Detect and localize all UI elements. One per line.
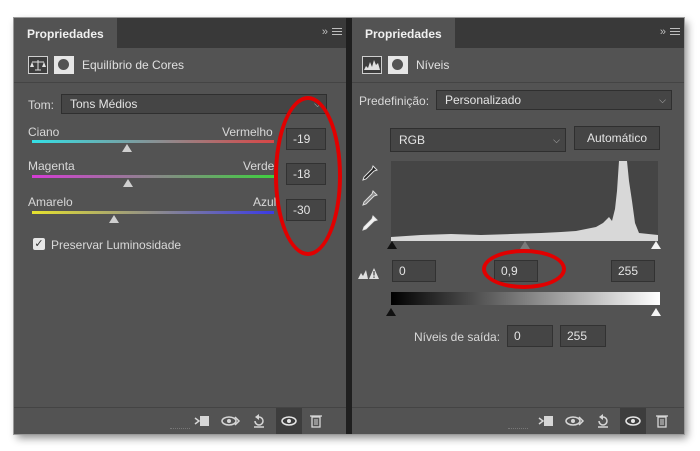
output-levels-label: Níveis de saída: [414, 330, 501, 344]
layer-mask-icon[interactable] [388, 56, 408, 74]
clip-to-layer-icon[interactable] [194, 414, 210, 431]
red-annotation-ellipse [482, 249, 566, 289]
screenshot-frame: Propriedades » Equilíbrio de Cores Tom: … [14, 18, 684, 434]
reset-icon[interactable] [252, 414, 266, 431]
levels-histogram-icon [362, 56, 382, 74]
gray-point-eyedropper-icon[interactable] [362, 190, 378, 209]
preset-select-value: Personalizado [445, 93, 522, 107]
tab-properties[interactable]: Propriedades [14, 18, 117, 48]
output-white-slider[interactable] [651, 308, 661, 316]
resize-grip[interactable] [508, 428, 528, 432]
slider-yellow-label: Amarelo [28, 195, 73, 209]
panel-tab-bar: Propriedades » [14, 18, 346, 48]
view-previous-state-icon[interactable] [221, 414, 241, 431]
cyan-red-slider-thumb[interactable] [122, 144, 132, 152]
output-white-field[interactable]: 255 [560, 325, 606, 347]
collapse-icon[interactable]: » [660, 26, 666, 38]
white-point-eyedropper-icon[interactable] [362, 215, 378, 234]
magenta-green-slider-thumb[interactable] [123, 179, 133, 187]
tab-properties[interactable]: Propriedades [352, 18, 455, 48]
properties-panel-color-balance: Propriedades » Equilíbrio de Cores Tom: … [14, 18, 346, 434]
resize-grip[interactable] [170, 428, 190, 432]
clip-to-layer-icon[interactable] [538, 414, 554, 431]
preset-select[interactable]: Personalizado ⌵ [436, 90, 672, 110]
adjustment-title: Equilíbrio de Cores [82, 58, 185, 72]
trash-icon[interactable] [656, 414, 668, 431]
tone-select-value: Tons Médios [70, 97, 138, 111]
visibility-eye-icon[interactable] [620, 408, 646, 434]
adjustment-title: Níveis [416, 58, 450, 72]
input-white-field[interactable]: 255 [611, 260, 655, 282]
levels-histogram [391, 161, 658, 241]
cyan-red-slider[interactable] [32, 140, 274, 143]
preserve-luminosity-label: Preservar Luminosidade [51, 238, 182, 252]
slider-red-label: Vermelho [222, 125, 273, 139]
panel-tab-bar: Propriedades » [352, 18, 684, 48]
black-point-eyedropper-icon[interactable] [362, 165, 378, 184]
channel-select-value: RGB [399, 133, 426, 147]
yellow-blue-slider-thumb[interactable] [109, 215, 119, 223]
channel-select[interactable]: RGB ⌵ [390, 128, 566, 152]
collapse-icon[interactable]: » [322, 26, 328, 38]
tone-label: Tom: [28, 98, 55, 112]
slider-green-label: Verde [243, 159, 275, 173]
clipping-warning-icon[interactable] [358, 266, 380, 283]
panel-menu-icon[interactable] [332, 26, 342, 40]
chevron-down-icon: ⌵ [659, 95, 666, 105]
preset-label: Predefinição: [359, 94, 430, 108]
view-previous-state-icon[interactable] [565, 414, 585, 431]
chevron-down-icon: ⌵ [553, 135, 560, 145]
input-white-slider[interactable] [651, 241, 661, 249]
properties-panel-levels: Propriedades » Níveis Predefinição: Pers… [352, 18, 684, 434]
input-gamma-slider[interactable] [520, 241, 530, 249]
output-black-slider[interactable] [386, 308, 396, 316]
slider-cyan-label: Ciano [28, 125, 60, 139]
color-balance-icon [28, 56, 48, 74]
preserve-luminosity-checkbox[interactable]: ✓ [33, 238, 45, 250]
layer-mask-icon[interactable] [54, 56, 74, 74]
input-black-field[interactable]: 0 [392, 260, 436, 282]
auto-button[interactable]: Automático [574, 126, 660, 150]
output-black-field[interactable]: 0 [507, 325, 553, 347]
visibility-eye-icon[interactable] [276, 408, 302, 434]
yellow-blue-slider[interactable] [32, 211, 274, 214]
panel-menu-icon[interactable] [670, 26, 680, 40]
red-annotation-ellipse [274, 96, 342, 256]
input-black-slider[interactable] [387, 241, 397, 249]
slider-blue-label: Azul [253, 195, 277, 209]
output-gradient-bar [391, 292, 660, 305]
magenta-green-slider[interactable] [32, 175, 274, 178]
adjustment-header: Níveis [352, 48, 684, 83]
reset-icon[interactable] [596, 414, 610, 431]
slider-magenta-label: Magenta [28, 159, 75, 173]
trash-icon[interactable] [310, 414, 322, 431]
adjustment-header: Equilíbrio de Cores [14, 48, 346, 83]
